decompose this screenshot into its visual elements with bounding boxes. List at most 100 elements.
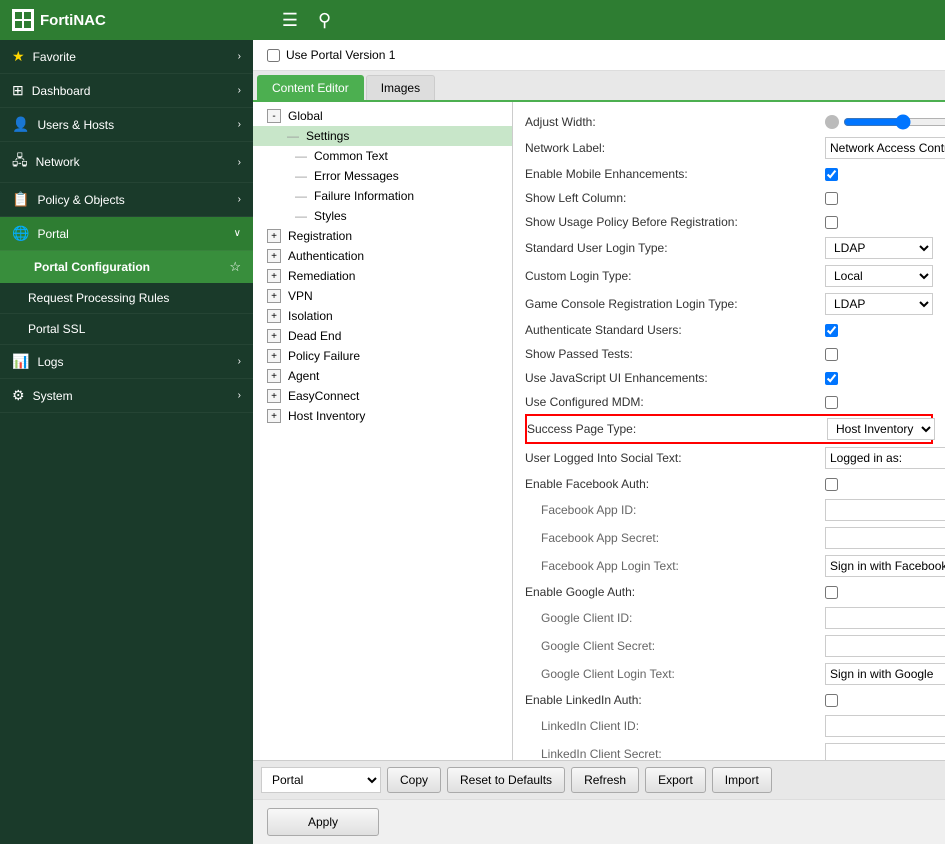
tree-expand-remediation[interactable]: + <box>267 269 281 283</box>
chevron-icon-portal: ∨ <box>234 228 241 239</box>
tree-item-agent[interactable]: + Agent <box>253 366 512 386</box>
tree-expand-authentication[interactable]: + <box>267 249 281 263</box>
google-client-login-text-input[interactable] <box>825 663 945 685</box>
tree-expand-dead-end[interactable]: + <box>267 329 281 343</box>
tree-item-easyconnect[interactable]: + EasyConnect <box>253 386 512 406</box>
tree-item-host-inventory[interactable]: + Host Inventory <box>253 406 512 426</box>
standard-user-login-label: Standard User Login Type: <box>525 241 825 255</box>
topbar-actions: ☰ ⚲ <box>282 10 331 31</box>
tree-expand-agent[interactable]: + <box>267 369 281 383</box>
chevron-icon-logs: › <box>238 356 241 367</box>
show-usage-policy-checkbox[interactable] <box>825 216 838 229</box>
standard-user-login-select[interactable]: LDAP Local RADIUS <box>825 237 933 259</box>
linkedin-client-id-input[interactable] <box>825 715 945 737</box>
chevron-icon-users-hosts: › <box>238 119 241 130</box>
tab-images[interactable]: Images <box>366 75 435 100</box>
use-javascript-checkbox[interactable] <box>825 372 838 385</box>
google-client-secret-input[interactable] <box>825 635 945 657</box>
form-row-game-console-login: Game Console Registration Login Type: LD… <box>525 290 933 318</box>
sidebar-item-network[interactable]: 🖧 Network › <box>0 142 253 183</box>
sidebar-item-system[interactable]: ⚙ System › <box>0 379 253 413</box>
adjust-width-slider[interactable] <box>843 115 945 129</box>
user-logged-into-social-input[interactable] <box>825 447 945 469</box>
refresh-button[interactable]: Refresh <box>571 767 639 793</box>
game-console-login-label: Game Console Registration Login Type: <box>525 297 825 311</box>
tree-expand-isolation[interactable]: + <box>267 309 281 323</box>
sidebar-item-policy-objects[interactable]: 📋 Policy & Objects › <box>0 183 253 217</box>
tree-item-remediation[interactable]: + Remediation <box>253 266 512 286</box>
portal-select[interactable]: Portal <box>261 767 381 793</box>
export-button[interactable]: Export <box>645 767 706 793</box>
tree-item-isolation[interactable]: + Isolation <box>253 306 512 326</box>
sidebar-item-request-processing[interactable]: Request Processing Rules <box>0 283 253 314</box>
form-row-google-client-id: Google Client ID: <box>525 604 933 632</box>
tree-item-failure-information[interactable]: — Failure Information <box>253 186 512 206</box>
enable-mobile-checkbox[interactable] <box>825 168 838 181</box>
apply-area: Apply <box>253 799 945 844</box>
show-left-column-checkbox[interactable] <box>825 192 838 205</box>
sidebar-item-favorite[interactable]: ★ Favorite › <box>0 40 253 74</box>
tree-expand-easyconnect[interactable]: + <box>267 389 281 403</box>
tree-expand-registration[interactable]: + <box>267 229 281 243</box>
tree-item-global[interactable]: - Global <box>253 106 512 126</box>
import-button[interactable]: Import <box>712 767 772 793</box>
use-configured-mdm-checkbox[interactable] <box>825 396 838 409</box>
tree-item-common-text[interactable]: — Common Text <box>253 146 512 166</box>
game-console-login-select[interactable]: LDAP Local RADIUS <box>825 293 933 315</box>
tree-item-settings[interactable]: — Settings <box>253 126 512 146</box>
copy-button[interactable]: Copy <box>387 767 441 793</box>
custom-login-label: Custom Login Type: <box>525 269 825 283</box>
enable-facebook-auth-checkbox[interactable] <box>825 478 838 491</box>
tree-item-authentication[interactable]: + Authentication <box>253 246 512 266</box>
tree-label-error-messages: Error Messages <box>314 169 399 183</box>
main-layout: ★ Favorite › ⊞ Dashboard › 👤 Users & Hos… <box>0 40 945 844</box>
facebook-app-id-input[interactable] <box>825 499 945 521</box>
linkedin-client-secret-input[interactable] <box>825 743 945 760</box>
sidebar-item-portal[interactable]: 🌐 Portal ∨ <box>0 217 253 251</box>
tree-expand-policy-failure[interactable]: + <box>267 349 281 363</box>
facebook-app-login-text-input[interactable] <box>825 555 945 577</box>
tree-item-styles[interactable]: — Styles <box>253 206 512 226</box>
tree-item-policy-failure[interactable]: + Policy Failure <box>253 346 512 366</box>
google-client-id-input[interactable] <box>825 607 945 629</box>
enable-linkedin-auth-checkbox[interactable] <box>825 694 838 707</box>
form-row-enable-mobile: Enable Mobile Enhancements: <box>525 162 933 186</box>
tree-expand-global[interactable]: - <box>267 109 281 123</box>
form-row-linkedin-client-secret: LinkedIn Client Secret: <box>525 740 933 760</box>
search-icon[interactable]: ⚲ <box>318 10 331 31</box>
menu-icon[interactable]: ☰ <box>282 10 298 31</box>
facebook-app-secret-input[interactable] <box>825 527 945 549</box>
tree-item-registration[interactable]: + Registration <box>253 226 512 246</box>
sidebar-label-users-hosts: Users & Hosts <box>37 118 229 132</box>
sidebar-item-users-hosts[interactable]: 👤 Users & Hosts › <box>0 108 253 142</box>
tree-expand-vpn[interactable]: + <box>267 289 281 303</box>
use-portal-version-checkbox[interactable] <box>267 49 280 62</box>
sidebar-item-dashboard[interactable]: ⊞ Dashboard › <box>0 74 253 108</box>
tree-label-registration: Registration <box>288 229 352 243</box>
tree-item-vpn[interactable]: + VPN <box>253 286 512 306</box>
form-row-use-javascript: Use JavaScript UI Enhancements: <box>525 366 933 390</box>
star-icon-portal-config: ☆ <box>229 259 241 275</box>
network-label-input[interactable] <box>825 137 945 159</box>
sidebar-label-favorite: Favorite <box>33 50 230 64</box>
form-row-adjust-width: Adjust Width: <box>525 110 933 134</box>
tree-expand-host-inventory[interactable]: + <box>267 409 281 423</box>
authenticate-standard-checkbox[interactable] <box>825 324 838 337</box>
tree-line-error-messages: — <box>295 169 307 183</box>
apply-button[interactable]: Apply <box>267 808 379 836</box>
enable-google-auth-checkbox[interactable] <box>825 586 838 599</box>
form-row-google-client-login-text: Google Client Login Text: <box>525 660 933 688</box>
success-page-type-select[interactable]: Host Inventory Default Custom <box>827 418 935 440</box>
form-row-show-left-column: Show Left Column: <box>525 186 933 210</box>
adjust-width-control <box>825 115 945 129</box>
sidebar-item-portal-configuration[interactable]: Portal Configuration ☆ <box>0 251 253 283</box>
show-passed-tests-checkbox[interactable] <box>825 348 838 361</box>
tree-item-dead-end[interactable]: + Dead End <box>253 326 512 346</box>
tree-item-error-messages[interactable]: — Error Messages <box>253 166 512 186</box>
sidebar-item-logs[interactable]: 📊 Logs › <box>0 345 253 379</box>
reset-to-defaults-button[interactable]: Reset to Defaults <box>447 767 565 793</box>
sidebar-label-logs: Logs <box>37 355 229 369</box>
custom-login-select[interactable]: Local LDAP RADIUS <box>825 265 933 287</box>
tab-content-editor[interactable]: Content Editor <box>257 75 364 100</box>
sidebar-item-portal-ssl[interactable]: Portal SSL <box>0 314 253 345</box>
